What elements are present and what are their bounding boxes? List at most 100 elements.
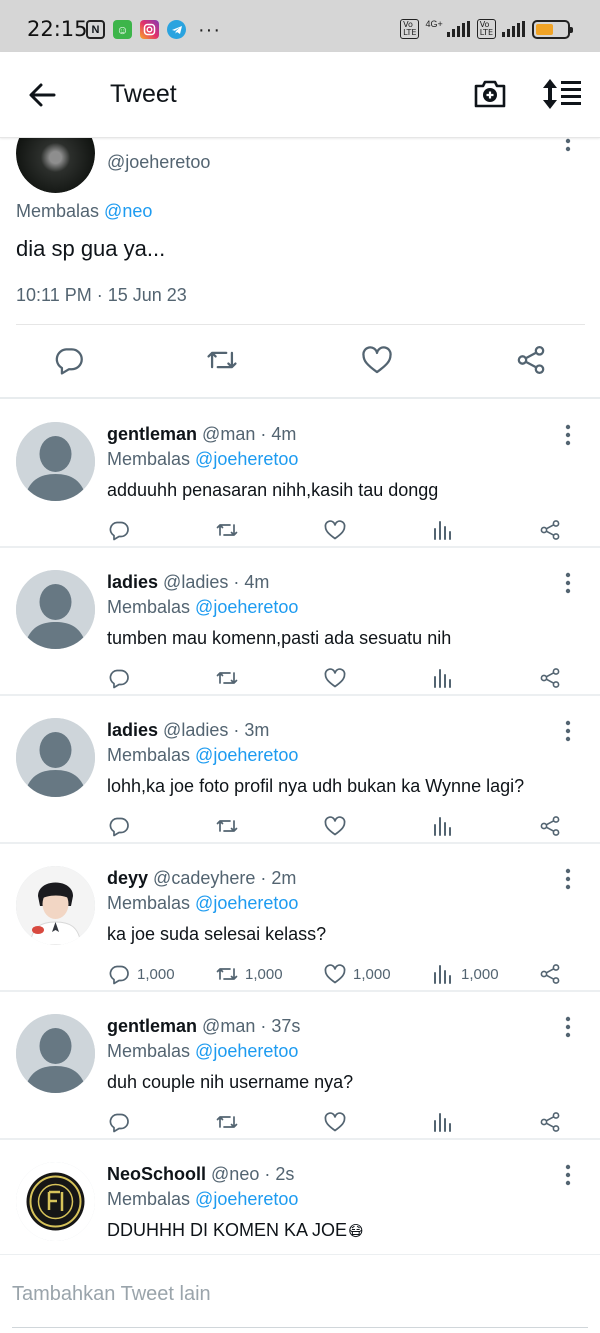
compose-input[interactable]	[12, 1279, 588, 1309]
share-button[interactable]	[538, 517, 562, 543]
reply-tweet[interactable]: ladies @ladies · 3m Membalas @joeheretoo l…	[0, 696, 600, 844]
retweet-button[interactable]: 1,000	[215, 961, 283, 987]
reply-mention-link[interactable]: @joeheretoo	[195, 893, 298, 913]
share-button[interactable]	[538, 813, 562, 839]
retweet-icon	[207, 351, 237, 369]
like-button[interactable]	[323, 813, 347, 839]
reply-tweet[interactable]: gentleman @man · 4m Membalas @joeheretoo a…	[0, 400, 600, 548]
more-options-icon[interactable]	[558, 138, 578, 152]
display-name[interactable]: deyy	[107, 868, 148, 888]
more-options-icon[interactable]	[558, 1164, 578, 1186]
avatar[interactable]	[16, 570, 95, 649]
retweet-button[interactable]	[215, 813, 239, 839]
avatar[interactable]	[16, 1014, 95, 1093]
reply-button[interactable]	[107, 813, 131, 839]
more-options-icon[interactable]	[558, 1016, 578, 1038]
share-button[interactable]	[538, 665, 562, 691]
retweet-button[interactable]	[215, 665, 239, 691]
views-button[interactable]	[431, 665, 455, 691]
handle[interactable]: @ladies	[163, 720, 228, 740]
reply-button[interactable]: 1,000	[107, 961, 175, 987]
tweet-handle[interactable]: @joeheretoo	[107, 152, 210, 173]
like-button[interactable]	[323, 1109, 347, 1135]
sort-button[interactable]	[541, 76, 583, 112]
retweet-button[interactable]	[215, 1109, 239, 1135]
handle[interactable]: @man	[202, 424, 255, 444]
views-button[interactable]: 1,000	[431, 961, 499, 987]
views-count: 1,000	[461, 965, 499, 983]
display-name[interactable]: ladies	[107, 572, 158, 592]
reply-mention-link[interactable]: @joeheretoo	[195, 1189, 298, 1209]
share-icon	[540, 668, 560, 688]
reply-mention-link[interactable]: @neo	[104, 201, 152, 221]
like-button[interactable]	[323, 665, 347, 691]
signal-icon-2	[502, 21, 525, 37]
reply-mention-link[interactable]: @joeheretoo	[195, 745, 298, 765]
default-avatar-icon	[16, 1014, 95, 1093]
more-options-icon[interactable]	[558, 424, 578, 446]
retweet-icon	[216, 820, 238, 832]
camera-button[interactable]	[472, 76, 508, 112]
compose-bar	[0, 1254, 600, 1333]
more-notifications-icon: ···	[198, 18, 221, 41]
handle[interactable]: @ladies	[163, 572, 228, 592]
back-button[interactable]	[26, 78, 60, 112]
avatar[interactable]	[16, 1162, 95, 1241]
avatar[interactable]	[16, 866, 95, 945]
reply-tweet[interactable]: gentleman @man · 37s Membalas @joeheretoo…	[0, 992, 600, 1140]
main-tweet: @joeheretoo Membalas @neo dia sp gua ya.…	[0, 133, 600, 398]
reply-mention-link[interactable]: @joeheretoo	[195, 1041, 298, 1061]
avatar[interactable]	[16, 718, 95, 797]
tweet-text: adduuhh penasaran nihh,kasih tau dongg	[107, 480, 438, 501]
more-options-icon[interactable]	[558, 572, 578, 594]
views-button[interactable]	[431, 1109, 455, 1135]
reply-count: 1,000	[137, 965, 175, 983]
display-name[interactable]: ladies	[107, 720, 158, 740]
display-name[interactable]: gentleman	[107, 1016, 197, 1036]
views-button[interactable]	[431, 813, 455, 839]
replying-to: Membalas @joeheretoo	[107, 1189, 298, 1210]
signal-icon	[446, 21, 470, 37]
handle[interactable]: @cadeyhere	[153, 868, 255, 888]
tweet-text: ka joe suda selesai kelass?	[107, 924, 326, 945]
status-bar: 22:15 N ☺ ··· Vo LTE 4G+ Vo LTE	[0, 0, 600, 52]
reply-icon	[55, 348, 83, 375]
tweet-text: lohh,ka joe foto profil nya udh bukan ka…	[107, 776, 524, 797]
avatar[interactable]	[16, 422, 95, 501]
handle[interactable]: @man	[202, 1016, 255, 1036]
reply-mention-link[interactable]: @joeheretoo	[195, 449, 298, 469]
share-button[interactable]	[538, 1109, 562, 1135]
more-options-icon[interactable]	[558, 720, 578, 742]
handle[interactable]: @neo	[211, 1164, 259, 1184]
tweet-text: DDUHHH DI KOMEN KA JOE😷	[107, 1220, 364, 1241]
retweet-button[interactable]	[205, 343, 239, 377]
retweet-count: 1,000	[245, 965, 283, 983]
like-button[interactable]	[323, 517, 347, 543]
tweet-text-content: ka joe suda selesai kelass?	[107, 924, 327, 944]
display-name[interactable]: NeoSchooll	[107, 1164, 206, 1184]
share-button[interactable]	[514, 343, 548, 377]
page-title: Tweet	[110, 80, 177, 108]
reply-tweet[interactable]: deyy @cadeyhere · 2m Membalas @joeheretoo…	[0, 844, 600, 992]
reply-tweet[interactable]: ladies @ladies · 4m Membalas @joeheretoo t…	[0, 548, 600, 696]
reply-button[interactable]	[107, 517, 131, 543]
reply-button[interactable]	[107, 665, 131, 691]
like-button[interactable]: 1,000	[323, 961, 391, 987]
reply-icon	[109, 521, 129, 541]
views-button[interactable]	[431, 517, 455, 543]
display-name[interactable]: gentleman	[107, 424, 197, 444]
share-icon	[540, 816, 560, 836]
heart-icon	[324, 520, 346, 540]
tweet-header: NeoSchooll @neo · 2s	[107, 1164, 294, 1185]
reply-button[interactable]	[52, 343, 86, 377]
avatar[interactable]	[16, 133, 95, 193]
more-options-icon[interactable]	[558, 868, 578, 890]
like-button[interactable]	[360, 343, 394, 377]
reply-mention-link[interactable]: @joeheretoo	[195, 597, 298, 617]
retweet-icon	[216, 672, 238, 684]
retweet-button[interactable]	[215, 517, 239, 543]
share-button[interactable]	[538, 961, 562, 987]
reply-button[interactable]	[107, 1109, 131, 1135]
network-type: 4G+	[425, 19, 443, 29]
share-icon	[540, 520, 560, 540]
